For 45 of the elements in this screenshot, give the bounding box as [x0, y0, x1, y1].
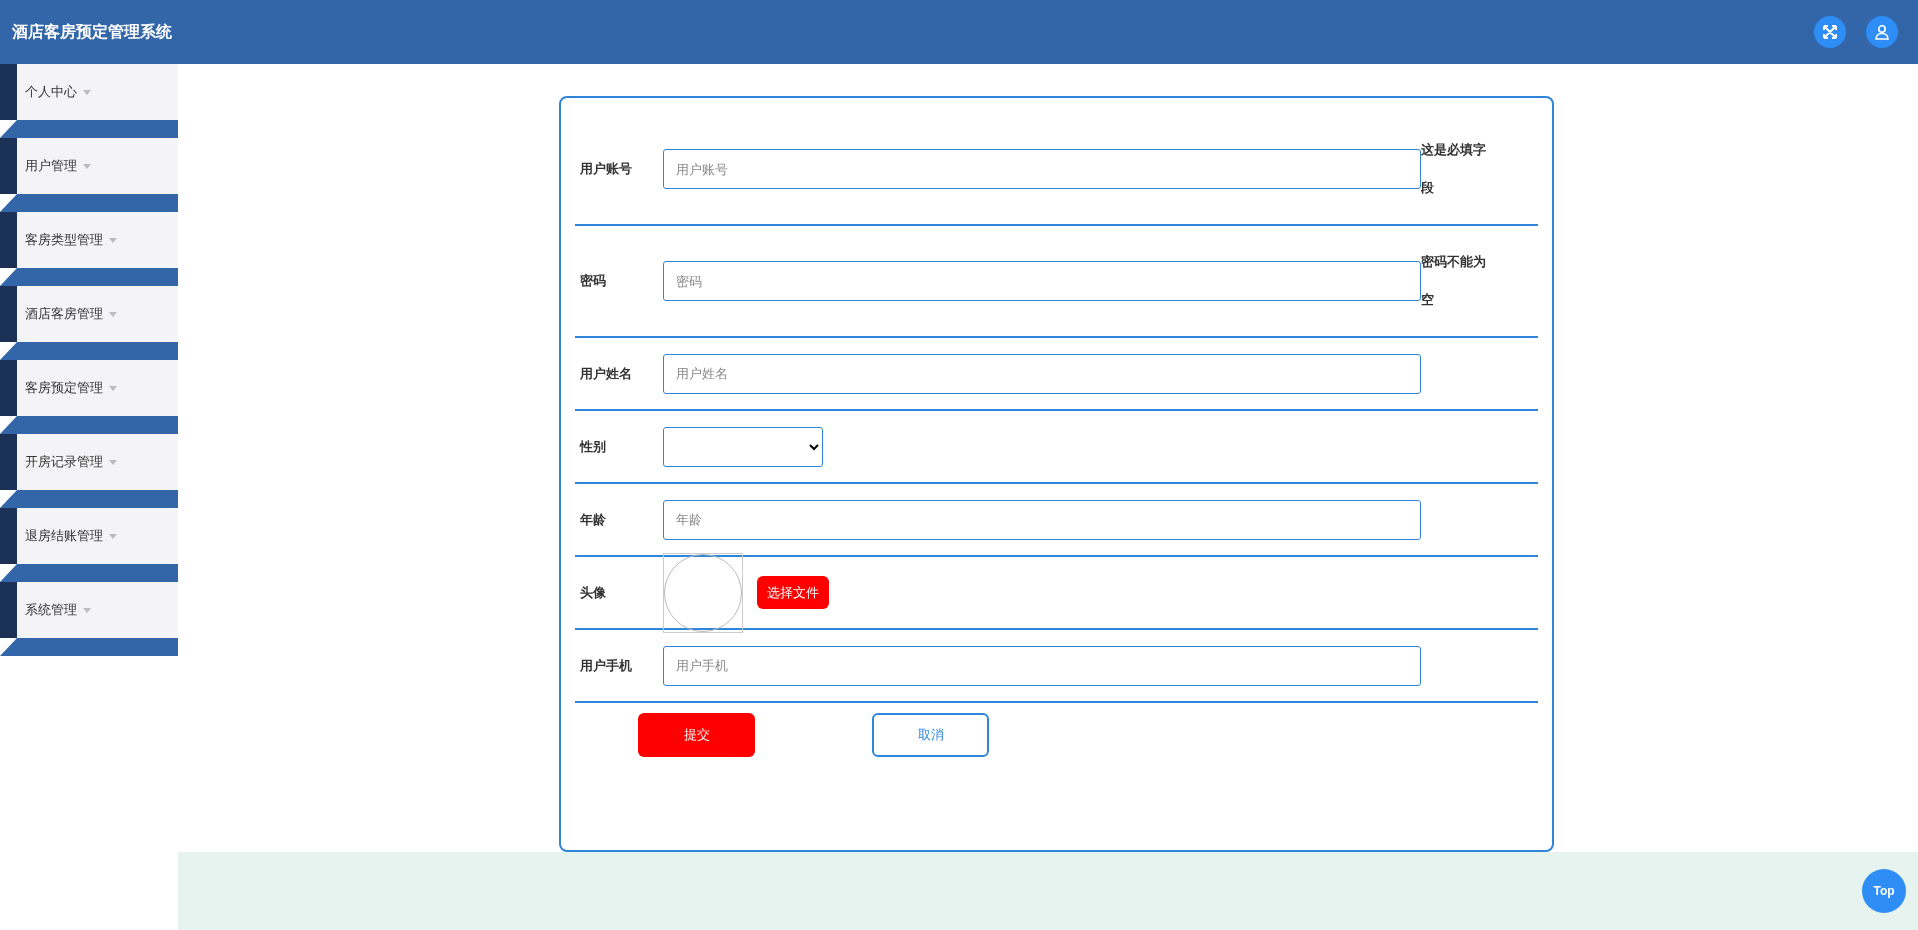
input-field[interactable]: 密码	[663, 261, 1421, 301]
field-label: 头像	[579, 583, 607, 602]
error-message: 这是必填字段	[1421, 141, 1487, 197]
field-label: 性别	[578, 437, 607, 456]
input-field[interactable]: 年龄	[663, 499, 1421, 540]
caret-icon	[109, 533, 117, 539]
fullscreen-icon[interactable]	[1814, 16, 1846, 48]
sidebar-item-edge	[0, 360, 17, 416]
select-field[interactable]	[663, 426, 823, 467]
sidebar-item[interactable]: 个人中心	[17, 64, 178, 120]
input-field[interactable]: 用户手机	[663, 645, 1421, 686]
sidebar-item-edge	[0, 508, 17, 564]
input-field[interactable]: 用户姓名	[663, 353, 1421, 394]
sidebar-item-edge	[0, 582, 17, 638]
caret-icon	[83, 163, 91, 169]
user-icon[interactable]	[1866, 16, 1898, 48]
field-label: 密码	[579, 272, 607, 291]
field-label: 用户姓名	[579, 364, 633, 383]
sidebar-item[interactable]: 用户管理	[17, 138, 178, 194]
caret-icon	[109, 459, 117, 465]
input-field[interactable]: 用户账号	[663, 149, 1421, 189]
sidebar-item[interactable]: 系统管理	[17, 582, 178, 638]
sidebar-item[interactable]: 客房类型管理	[17, 212, 178, 268]
sidebar-item[interactable]: 酒店客房管理	[17, 286, 178, 342]
field-label: 年龄	[579, 510, 607, 529]
sidebar-item-edge	[0, 212, 17, 268]
caret-icon	[109, 237, 117, 243]
submit-button[interactable]: 提交	[638, 713, 755, 757]
app-title: 酒店客房预定管理系统	[12, 22, 172, 42]
sidebar-item[interactable]: 客房预定管理	[17, 360, 178, 416]
sidebar-item[interactable]: 开房记录管理	[17, 434, 178, 490]
sidebar-item-edge	[0, 286, 17, 342]
sidebar-item-edge	[0, 434, 17, 490]
caret-icon	[109, 385, 117, 391]
field-label: 用户手机	[579, 656, 633, 675]
sidebar-item[interactable]: 退房结账管理	[17, 508, 178, 564]
sidebar-item-edge	[0, 138, 17, 194]
choose-file-button[interactable]: 选择文件	[757, 576, 829, 609]
sidebar-item-edge	[0, 64, 17, 120]
cancel-button[interactable]: 取消	[872, 713, 989, 757]
caret-icon	[83, 89, 91, 95]
caret-icon	[83, 607, 91, 613]
error-message: 密码不能为空	[1421, 253, 1487, 309]
field-label: 用户账号	[579, 160, 633, 179]
caret-icon	[109, 311, 117, 317]
